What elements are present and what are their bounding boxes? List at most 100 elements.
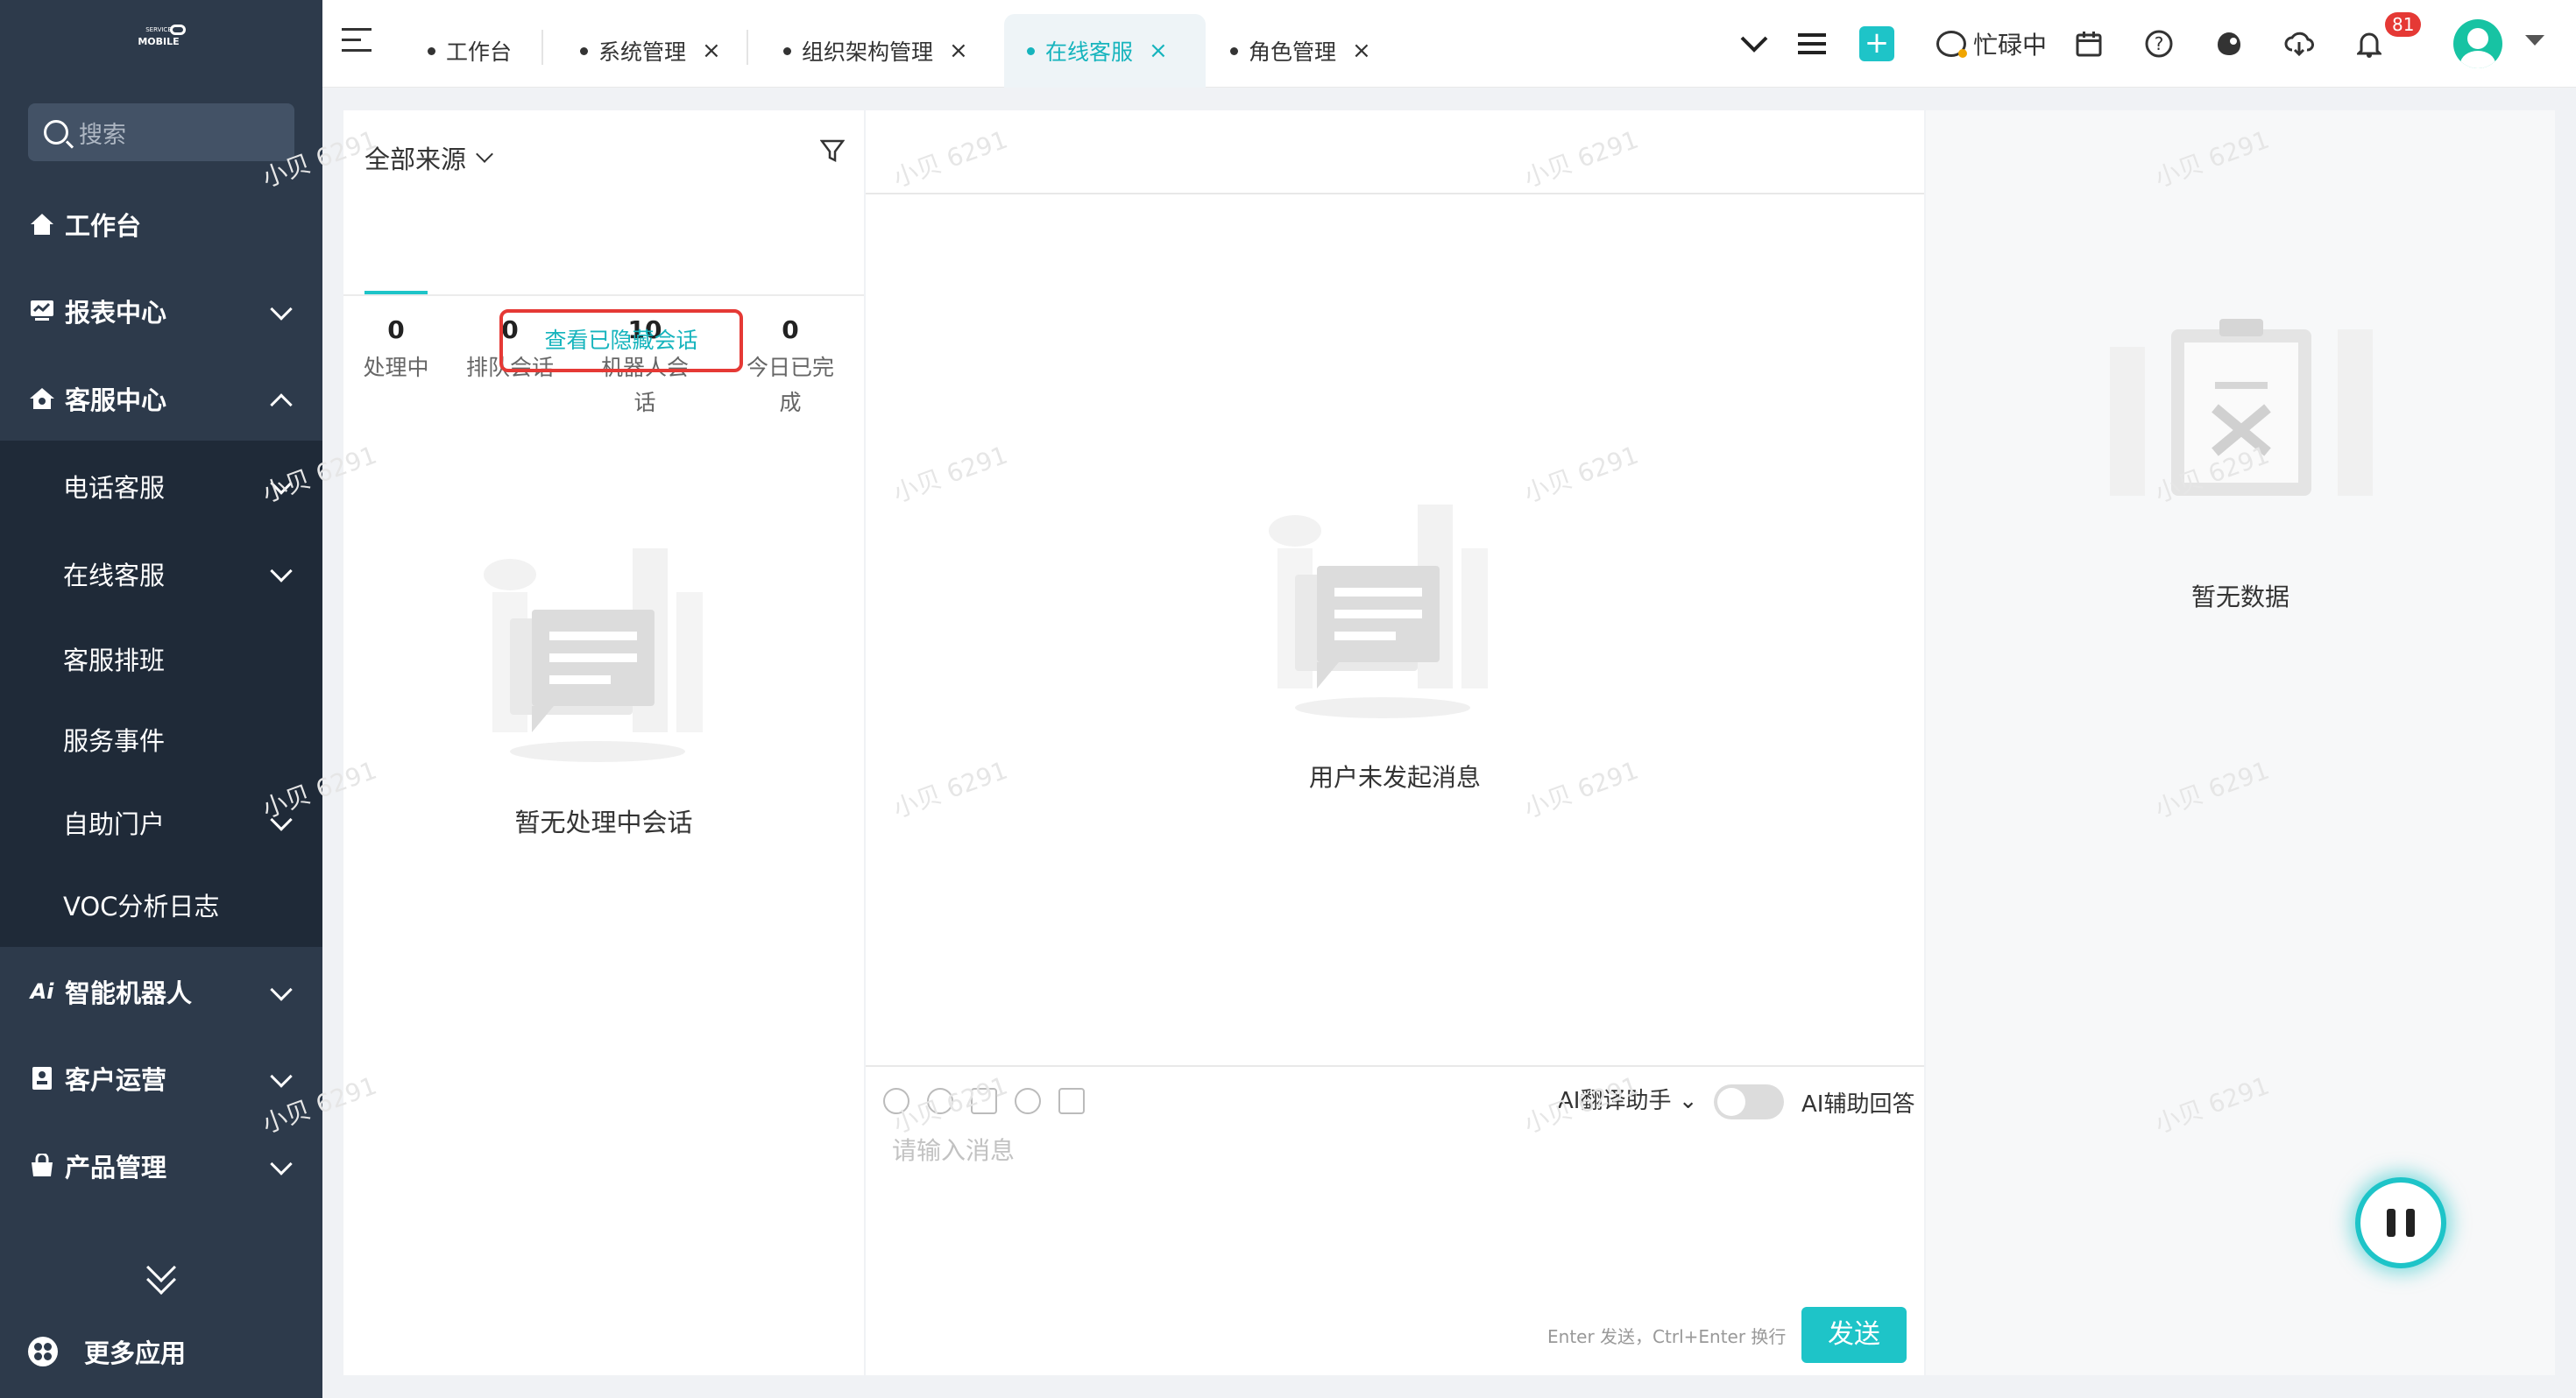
sidebar-item-label: 工作台: [65, 210, 142, 241]
chevron-up-icon: [270, 393, 293, 416]
filter-icon[interactable]: [819, 138, 846, 163]
chat-status-icon: [1936, 31, 1967, 58]
empty-chat-illustration: [484, 548, 703, 762]
app-logo: SERVICE MOBILE: [131, 25, 186, 56]
chevron-down-icon: ⌄: [1678, 1088, 1698, 1114]
stat-processing[interactable]: 0 处理中: [343, 310, 449, 385]
chevron-down-icon: [270, 1153, 293, 1176]
status-label: 忙碌中: [1973, 31, 2048, 60]
tab-dot: [1230, 46, 1238, 55]
video-icon[interactable]: [1058, 1088, 1085, 1114]
avatar[interactable]: [2453, 19, 2502, 68]
no-data-text: 暂无数据: [2190, 582, 2289, 611]
svg-text:?: ?: [2155, 33, 2164, 54]
sidebar-subitem-label: 服务事件: [63, 726, 166, 756]
tab-label: 组织架构管理: [802, 39, 934, 65]
tab-dot: [428, 46, 435, 55]
chevron-down-icon: [270, 560, 293, 582]
theme-icon[interactable]: [2212, 26, 2247, 61]
tab-online-service[interactable]: 在线客服 ×: [1004, 14, 1206, 88]
calendar-icon[interactable]: [2071, 26, 2106, 61]
tab-label: 在线客服: [1045, 39, 1134, 65]
stat-label: 处理中: [363, 355, 429, 380]
sidebar-item-workbench[interactable]: 工作台: [0, 180, 322, 267]
chevron-down-icon: [270, 978, 293, 1001]
tab-dot: [1027, 46, 1035, 55]
chevron-down-icon: [270, 298, 293, 321]
sidebar-item-label: 产品管理: [65, 1152, 167, 1183]
sidebar-item-service-center[interactable]: 客服中心: [0, 355, 322, 441]
sidebar: SERVICE MOBILE 搜索 工作台 报表中心 客服中心 电话客服 在线客服…: [0, 0, 322, 1398]
sidebar-item-ai-robot[interactable]: Ai 智能机器人: [0, 948, 322, 1034]
top-bar: 工作台 系统管理 × 组织架构管理 × 在线客服 × 角色管理 × + 忙碌中 …: [322, 0, 2576, 88]
ai-robot-icon: Ai: [30, 978, 54, 1004]
status-dropdown[interactable]: 忙碌中: [1936, 26, 2047, 61]
product-icon: [28, 1152, 56, 1180]
sidebar-subitem-label: 客服排班: [63, 646, 166, 675]
message-input[interactable]: 请输入消息: [892, 1132, 1015, 1167]
more-apps-button[interactable]: 更多应用: [28, 1324, 186, 1379]
send-button[interactable]: 发送: [1801, 1307, 1907, 1363]
sidebar-subitem-label: 电话客服: [63, 473, 166, 503]
attachment-icon[interactable]: [1015, 1088, 1041, 1114]
send-shortcut-hint: Enter 发送，Ctrl+Enter 换行: [1547, 1326, 1787, 1347]
source-filter-dropdown[interactable]: 全部来源: [364, 130, 493, 186]
chevron-down-icon: [270, 1065, 293, 1088]
info-panel: 暂无数据: [1926, 110, 2555, 1375]
close-icon[interactable]: ×: [1352, 38, 1371, 64]
sidebar-item-label: 报表中心: [65, 297, 167, 328]
tab-label: 系统管理: [598, 39, 687, 65]
stat-value: 0: [387, 315, 405, 344]
service-center-icon: [28, 385, 56, 413]
sidebar-subitem-label: VOC分析日志: [63, 892, 220, 921]
stat-label: 今日已完成: [746, 355, 834, 415]
report-icon: [28, 297, 56, 325]
more-apps-label: 更多应用: [84, 1338, 187, 1368]
home-icon: [28, 210, 56, 238]
sidebar-item-label: 客服中心: [65, 385, 167, 415]
tab-dot: [783, 46, 791, 55]
notification-badge: 81: [2385, 12, 2422, 37]
sidebar-search-label: 搜索: [79, 121, 126, 149]
sidebar-subitem-voc[interactable]: VOC分析日志: [0, 864, 322, 946]
empty-conversations-text: 暂无处理中会话: [514, 808, 693, 837]
view-hidden-conversations-link[interactable]: 查看已隐藏会话: [499, 309, 743, 372]
ai-assist-toggle[interactable]: [1714, 1084, 1784, 1119]
empty-message-illustration: [1269, 505, 1488, 718]
stat-completed-today[interactable]: 0 今日已完成: [738, 310, 843, 415]
tab-org[interactable]: 组织架构管理 ×: [783, 14, 968, 88]
close-icon[interactable]: ×: [949, 38, 968, 64]
account-caret-icon[interactable]: [2525, 35, 2544, 46]
tab-system[interactable]: 系统管理 ×: [580, 14, 721, 88]
sidebar-subitem-events[interactable]: 服务事件: [0, 698, 322, 780]
close-icon[interactable]: ×: [702, 38, 721, 64]
close-icon[interactable]: ×: [1149, 38, 1168, 64]
source-filter-label: 全部来源: [364, 145, 467, 174]
sidebar-search[interactable]: 搜索: [28, 103, 294, 161]
ai-reply-label: AI辅助回答: [1801, 1091, 1915, 1118]
sidebar-subitem-online[interactable]: 在线客服: [0, 533, 322, 615]
no-message-text: 用户未发起消息: [1308, 763, 1481, 792]
customer-ops-icon: [28, 1064, 56, 1092]
tabs-dropdown-icon[interactable]: [1737, 26, 1772, 61]
sidebar-subitem-schedule[interactable]: 客服排班: [0, 618, 322, 700]
chevron-down-icon: [476, 145, 493, 163]
sidebar-item-reports[interactable]: 报表中心: [0, 267, 322, 354]
help-icon[interactable]: ?: [2141, 26, 2176, 61]
tab-label: 角色管理: [1249, 39, 1337, 65]
collapse-menu-icon[interactable]: [342, 28, 372, 54]
tab-workbench[interactable]: 工作台: [428, 14, 512, 88]
add-button[interactable]: +: [1859, 26, 1894, 61]
expand-more-icon[interactable]: [146, 1253, 177, 1295]
cloud-download-icon[interactable]: [2282, 26, 2317, 61]
tab-roles[interactable]: 角色管理 ×: [1230, 14, 1371, 88]
floating-pause-button[interactable]: [2355, 1177, 2446, 1268]
notification-bell-icon[interactable]: [2352, 26, 2387, 61]
stat-value: 0: [782, 315, 799, 344]
conversation-panel: 全部来源 0 处理中 0 排队会话 10 机器人会话 0 今日已完成 查看已隐藏…: [343, 110, 864, 1375]
menu-list-icon[interactable]: [1794, 26, 1829, 61]
sidebar-item-label: 智能机器人: [65, 978, 193, 1008]
tab-label: 工作台: [446, 39, 513, 65]
search-icon: [44, 120, 68, 145]
sidebar-subitem-label: 在线客服: [63, 561, 166, 590]
